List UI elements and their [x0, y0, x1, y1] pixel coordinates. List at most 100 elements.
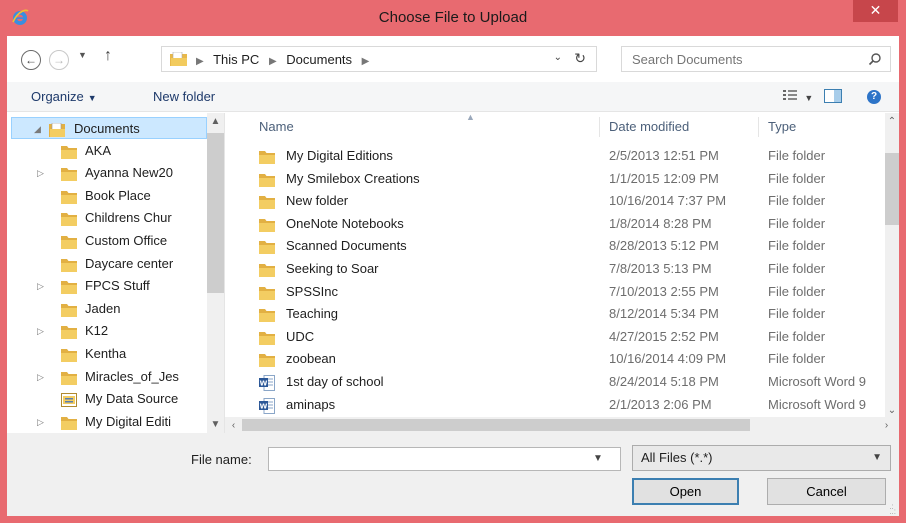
- nav-tree-item[interactable]: Kentha: [7, 343, 207, 365]
- nav-tree-item-label: Book Place: [85, 187, 151, 203]
- file-row[interactable]: OneNote Notebooks 1/8/2014 8:28 PM File fo…: [225, 213, 885, 235]
- address-bar[interactable]: ▶ This PC ▶ Documents ▶ ⌄ ↻: [161, 46, 597, 72]
- file-row[interactable]: SPSSInc 7/10/2013 2:55 PM File folder: [225, 281, 885, 303]
- help-icon: ?: [870, 91, 878, 102]
- file-row[interactable]: Teaching 8/12/2014 5:34 PM File folder: [225, 303, 885, 325]
- scrollbar-thumb[interactable]: [207, 133, 224, 293]
- column-divider[interactable]: [599, 117, 600, 137]
- scrollbar-thumb[interactable]: [885, 153, 899, 225]
- file-row[interactable]: W 1st day of school 8/24/2014 5:18 PM Micro…: [225, 371, 885, 393]
- nav-tree-item-label: AKA: [85, 142, 112, 158]
- column-divider[interactable]: [758, 117, 759, 137]
- refresh-button[interactable]: ↻: [574, 50, 586, 67]
- file-row[interactable]: Waminaps 2/1/2013 2:06 PM Microsoft Word 9: [225, 394, 885, 416]
- nav-tree-item[interactable]: My Data Source: [7, 388, 207, 410]
- expand-arrow-icon[interactable]: ▷: [37, 162, 44, 184]
- back-button[interactable]: ←: [21, 50, 41, 70]
- file-date-modified: 8/12/2014 5:34 PM: [609, 306, 719, 322]
- scrollbar-thumb[interactable]: [242, 419, 750, 431]
- new-folder-button[interactable]: New folder: [153, 89, 215, 104]
- column-header-date-modified[interactable]: Date modified: [609, 113, 689, 141]
- nav-tree-item[interactable]: ▷ Ayanna New20: [7, 162, 207, 184]
- folder-icon: [170, 51, 188, 69]
- expand-arrow-icon[interactable]: ▷: [37, 320, 44, 342]
- nav-tree-item[interactable]: Daycare center: [7, 253, 207, 275]
- breadcrumb-separator[interactable]: ▶: [362, 56, 370, 67]
- column-header-type[interactable]: Type: [768, 113, 796, 141]
- nav-tree-item-label: Custom Office: [85, 233, 168, 248]
- search-box[interactable]: [621, 46, 891, 72]
- scroll-left-arrow[interactable]: ‹: [225, 417, 242, 433]
- close-button[interactable]: ✕: [853, 0, 898, 22]
- nav-tree-item[interactable]: Jaden: [7, 298, 207, 320]
- file-name-input[interactable]: [268, 447, 621, 471]
- nav-tree-item[interactable]: AKA: [7, 140, 207, 162]
- file-name: Scanned Documents: [286, 238, 407, 254]
- file-row[interactable]: My Smilebox Creations 1/1/2015 12:09 PM Fi…: [225, 168, 885, 190]
- file-name: My Digital Editions: [286, 148, 393, 163]
- navigation-pane[interactable]: ◢ Documents AKA ▷ Ayanna New20 Book Place Chil…: [7, 113, 225, 433]
- file-row[interactable]: Scanned Documents 8/28/2013 5:12 PM File f…: [225, 235, 885, 257]
- expand-arrow-icon[interactable]: ▷: [37, 275, 44, 297]
- nav-tree-item[interactable]: ◢ Documents: [11, 117, 207, 139]
- search-icon[interactable]: [868, 52, 882, 69]
- file-date-modified: 4/27/2015 2:52 PM: [609, 328, 719, 344]
- file-row[interactable]: My Digital Editions 2/5/2013 12:51 PM File…: [225, 145, 885, 167]
- nav-tree-item[interactable]: ▷ K12: [7, 320, 207, 342]
- dialog-client-area: ← → ▼ ↑ ▶ This PC ▶ Documents ▶ ⌄ ↻ Sear…: [7, 36, 899, 516]
- file-list-horizontal-scrollbar[interactable]: ‹ ›: [225, 417, 899, 433]
- up-button[interactable]: ↑: [104, 47, 112, 65]
- breadcrumb-separator[interactable]: ▶: [196, 56, 204, 67]
- open-button[interactable]: Open: [632, 478, 739, 505]
- word-document-icon: W: [259, 397, 275, 419]
- file-row[interactable]: Seeking to Soar 7/8/2013 5:13 PM File fold…: [225, 258, 885, 280]
- cancel-button[interactable]: Cancel: [767, 478, 886, 505]
- file-row[interactable]: UDC 4/27/2015 2:52 PM File folder: [225, 326, 885, 348]
- nav-tree-item-label: My Data Source: [85, 391, 179, 407]
- scroll-right-arrow[interactable]: ›: [878, 417, 895, 433]
- column-header-name[interactable]: Name: [259, 113, 294, 141]
- change-view-button[interactable]: ▼: [783, 89, 813, 104]
- search-input[interactable]: [632, 52, 852, 67]
- forward-button[interactable]: →: [49, 50, 69, 70]
- address-dropdown-button[interactable]: ⌄: [554, 52, 562, 63]
- expand-arrow-icon[interactable]: ▷: [37, 411, 44, 433]
- file-type: File folder: [768, 306, 826, 322]
- nav-tree-item[interactable]: ▷ Miracles_of_Jes: [7, 366, 207, 388]
- file-date-modified: 2/5/2013 12:51 PM: [609, 148, 719, 163]
- scroll-up-arrow[interactable]: ⌃: [885, 113, 899, 130]
- refresh-icon: ↻: [574, 50, 586, 66]
- scroll-up-arrow[interactable]: ▲: [207, 113, 224, 130]
- file-type: File folder: [768, 238, 826, 254]
- file-list[interactable]: Name ▲ Date modified Type My Digital Edi…: [225, 113, 885, 419]
- file-name-dropdown-button[interactable]: ▼: [593, 453, 603, 464]
- breadcrumb-separator[interactable]: ▶: [269, 56, 277, 67]
- scroll-down-arrow[interactable]: ▼: [207, 416, 224, 433]
- nav-tree-item[interactable]: Childrens Chur: [7, 207, 207, 229]
- nav-tree-item[interactable]: ▷ FPCS Stuff: [7, 275, 207, 297]
- nav-tree-item[interactable]: Book Place: [7, 185, 207, 207]
- file-row[interactable]: New folder 10/16/2014 7:37 PM File folder: [225, 190, 885, 212]
- recent-locations-button[interactable]: ▼: [78, 50, 87, 60]
- file-list-vertical-scrollbar[interactable]: ⌃ ⌄: [885, 113, 899, 419]
- dialog-title: Choose File to Upload: [378, 9, 528, 26]
- svg-text:W: W: [260, 402, 268, 410]
- preview-pane-button[interactable]: [824, 89, 842, 106]
- nav-tree-item-label: Documents: [74, 121, 140, 136]
- file-type-select[interactable]: All Files (*.*) ▼: [632, 445, 891, 471]
- help-button[interactable]: ?: [867, 90, 881, 104]
- nav-tree-item[interactable]: Custom Office: [7, 230, 207, 252]
- organize-menu-button[interactable]: Organize ▼: [31, 89, 97, 104]
- file-type: File folder: [768, 351, 826, 367]
- title-bar[interactable]: Choose File to Upload ✕: [0, 0, 906, 36]
- breadcrumb-item-documents[interactable]: Documents: [286, 52, 352, 67]
- expand-arrow-icon[interactable]: ▷: [37, 366, 44, 388]
- resize-grip-icon[interactable]: .:..:: [889, 503, 896, 516]
- chevron-down-icon: ▼: [804, 93, 814, 103]
- expand-arrow-icon[interactable]: ◢: [34, 118, 41, 140]
- navigation-pane-scrollbar[interactable]: ▲ ▼: [207, 113, 224, 433]
- breadcrumb-item-this-pc[interactable]: This PC: [213, 52, 259, 67]
- file-date-modified: 1/8/2014 8:28 PM: [609, 215, 712, 231]
- nav-tree-item[interactable]: ▷ My Digital Editi: [7, 411, 207, 433]
- file-row[interactable]: zoobean 10/16/2014 4:09 PM File folder: [225, 348, 885, 370]
